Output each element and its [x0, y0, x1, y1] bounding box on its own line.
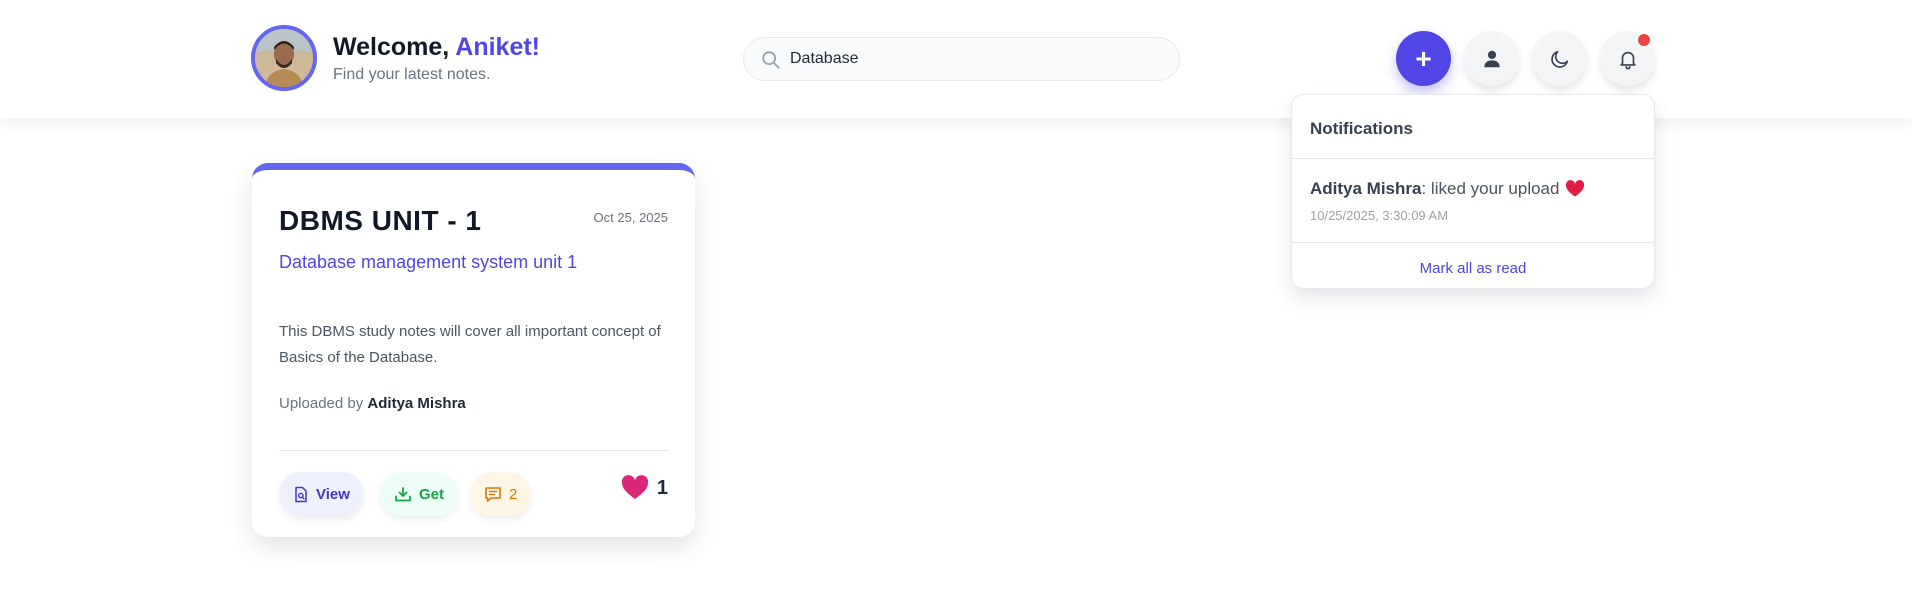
plus-icon: +	[1415, 42, 1432, 74]
comments-button[interactable]: 2	[470, 472, 532, 516]
view-button[interactable]: View	[279, 472, 364, 516]
welcome-user-name: Aniket!	[455, 33, 540, 61]
welcome-prefix: Welcome,	[333, 33, 456, 61]
user-icon	[1483, 50, 1500, 67]
note-uploader: Uploaded by Aditya Mishra	[279, 395, 466, 412]
notifications-footer-divider	[1292, 242, 1654, 243]
heart-icon	[621, 475, 648, 499]
note-date: Oct 25, 2025	[593, 210, 668, 225]
notification-time: 10/25/2025, 3:30:09 AM	[1310, 208, 1449, 223]
search-bar	[743, 37, 1180, 81]
note-description: This DBMS study notes will cover all imp…	[279, 323, 661, 366]
notification-badge	[1638, 34, 1650, 46]
search-input[interactable]	[790, 38, 1160, 80]
notifications-divider	[1292, 158, 1654, 159]
note-card: DBMS UNIT - 1 Oct 25, 2025 Database mana…	[252, 163, 695, 537]
notification-message: : liked your upload	[1421, 179, 1560, 198]
comment-count: 2	[509, 485, 518, 503]
note-subject: Database management system unit 1	[279, 252, 578, 272]
note-title: DBMS UNIT - 1	[279, 205, 482, 236]
notification-item[interactable]: Aditya Mishra: liked your upload	[1310, 179, 1585, 199]
notifications-title: Notifications	[1310, 119, 1413, 138]
bell-icon	[1619, 51, 1636, 69]
user-avatar[interactable]	[251, 25, 317, 91]
like-count: 1	[656, 476, 668, 499]
heart-emoji-icon	[1566, 180, 1585, 197]
dark-mode-toggle[interactable]	[1532, 31, 1587, 86]
get-label: Get	[419, 485, 445, 503]
welcome-subtitle: Find your latest notes.	[333, 66, 491, 83]
profile-button[interactable]	[1464, 31, 1519, 86]
download-button[interactable]: Get	[380, 472, 459, 516]
notification-actor: Aditya Mishra	[1310, 179, 1422, 198]
search-icon	[762, 51, 780, 69]
download-icon	[395, 486, 411, 501]
uploaded-by-label: Uploaded by	[279, 395, 368, 412]
file-search-icon	[295, 486, 307, 502]
moon-icon	[1550, 50, 1568, 68]
avatar-portrait-icon	[255, 29, 313, 87]
notifications-dropdown: Notifications Aditya Mishra: liked your …	[1291, 94, 1655, 289]
view-label: View	[316, 485, 350, 503]
mark-all-read-link[interactable]: Mark all as read	[1292, 260, 1654, 277]
like-button[interactable]: 1	[621, 475, 668, 501]
comment-icon	[485, 486, 501, 502]
welcome-heading: Welcome, Aniket!	[333, 33, 540, 62]
card-divider	[279, 450, 668, 451]
notes-dashboard: Welcome, Aniket! Find your latest notes.…	[0, 0, 1912, 613]
uploader-name: Aditya Mishra	[367, 395, 466, 412]
add-note-button[interactable]: +	[1396, 31, 1451, 86]
